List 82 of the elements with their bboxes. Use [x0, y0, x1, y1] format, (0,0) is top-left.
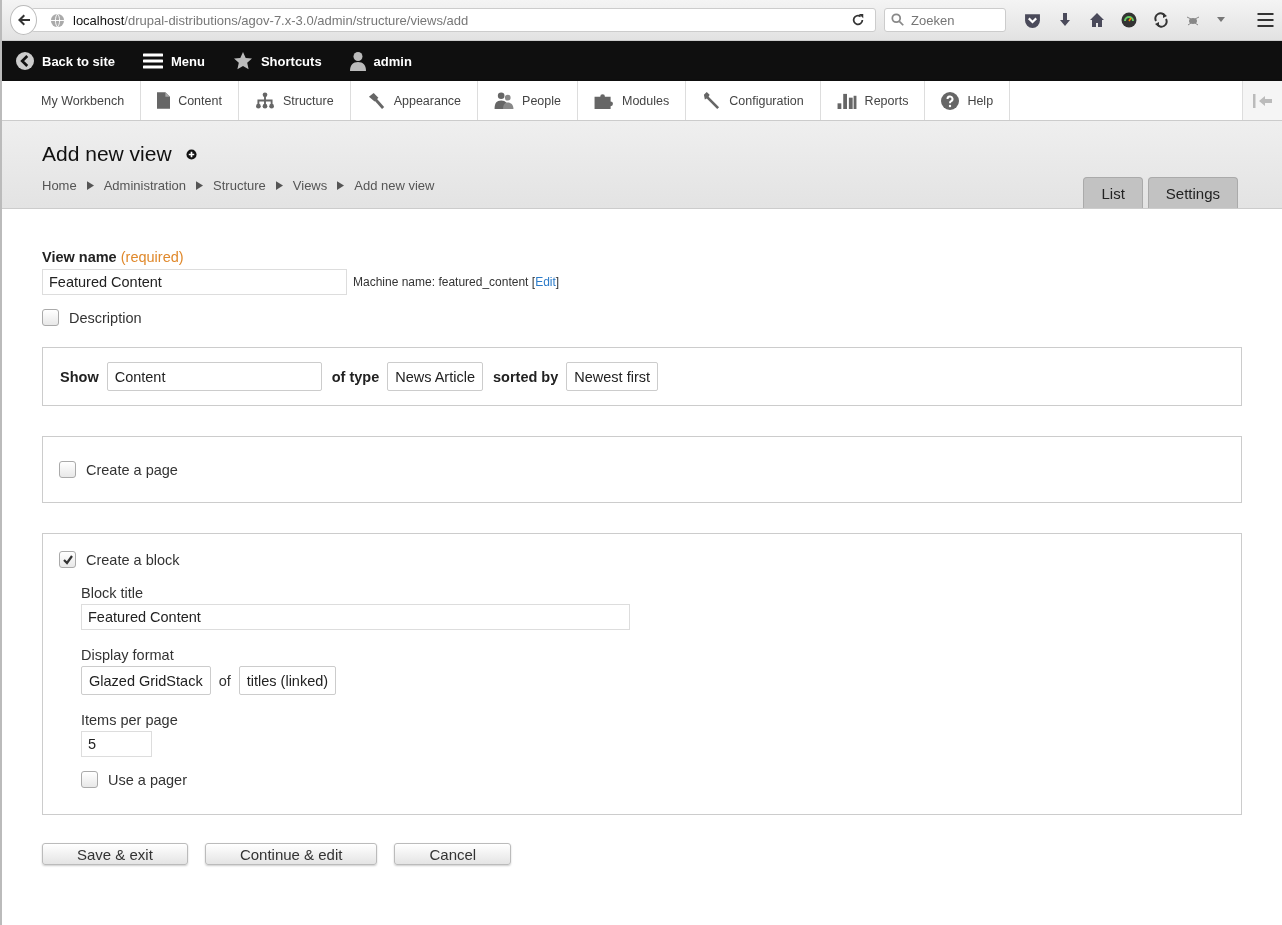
breadcrumb-arrow-icon	[86, 181, 94, 190]
back-button[interactable]	[10, 5, 37, 35]
tray-link[interactable]: Structure	[238, 81, 351, 120]
breadcrumb-arrow-icon	[196, 181, 204, 190]
checkbox[interactable]	[42, 309, 59, 326]
caret-icon[interactable]	[1217, 17, 1225, 23]
gauge-icon[interactable]	[1121, 12, 1137, 28]
breadcrumb-link[interactable]: Administration	[103, 178, 187, 193]
breadcrumb-link[interactable]: Structure	[213, 178, 266, 193]
reload-icon[interactable]	[851, 13, 865, 27]
checkbox-label[interactable]: Create a page	[86, 461, 178, 478]
toolbar-link[interactable]: Back to site	[16, 52, 115, 70]
menu-icon	[143, 53, 163, 69]
breadcrumb-link[interactable]: Views	[292, 178, 328, 193]
bar-chart-icon	[836, 92, 857, 109]
select-field[interactable]: titles (linked)	[238, 666, 337, 695]
tray-link[interactable]: Content	[141, 81, 239, 120]
wrench-icon	[702, 91, 722, 110]
hammer-icon	[366, 92, 386, 109]
checkbox-label[interactable]: Create a block	[86, 551, 180, 568]
tab[interactable]: Settings	[1147, 177, 1238, 208]
field-label: Items per page	[81, 712, 179, 728]
download-icon[interactable]	[1057, 12, 1073, 28]
of-text: of	[218, 672, 231, 689]
field-label: Block title	[81, 585, 145, 601]
select-field[interactable]: Content	[106, 362, 322, 391]
tray-link[interactable]: Help	[925, 81, 1011, 120]
breadcrumb-link[interactable]: Home	[42, 178, 77, 193]
home-icon[interactable]	[1089, 12, 1105, 28]
plus-circle-icon[interactable]	[185, 148, 197, 160]
tray-link[interactable]: Reports	[820, 81, 926, 120]
document-icon	[157, 92, 171, 109]
toolbar-link[interactable]: Shortcuts	[232, 51, 322, 71]
collapse-arrow-icon	[1252, 93, 1273, 108]
pocket-icon[interactable]	[1024, 11, 1041, 29]
hierarchy-icon	[254, 92, 275, 109]
sync-icon[interactable]	[1153, 12, 1169, 28]
user-icon	[349, 51, 366, 71]
select-field[interactable]: News Article	[387, 362, 483, 391]
checkbox[interactable]	[59, 551, 76, 568]
field-label: Show	[60, 368, 99, 385]
field-label: of type	[331, 368, 380, 385]
form-button[interactable]: Continue & edit	[204, 843, 378, 865]
help-icon	[941, 91, 960, 110]
search-icon	[891, 13, 905, 27]
tray-link[interactable]: Modules	[578, 81, 687, 120]
toolbar-link[interactable]: admin	[349, 51, 412, 71]
toolbar-link[interactable]: Menu	[143, 53, 205, 69]
people-icon	[494, 92, 515, 109]
select-field[interactable]: Glazed GridStack	[81, 666, 211, 695]
block-title-input[interactable]: Featured Content	[81, 604, 630, 630]
view-name-input[interactable]: Featured Content	[42, 269, 347, 295]
select-field[interactable]: Newest first	[566, 362, 658, 391]
checkbox-label[interactable]: Use a pager	[108, 771, 187, 788]
field-label: sorted by	[493, 368, 559, 385]
field-label: Display format	[81, 647, 175, 663]
url-text: localhost/drupal-distributions/agov-7.x-3.0/admin/structure/views/add	[73, 12, 470, 28]
checkbox[interactable]	[59, 461, 76, 478]
machine-name-text: Machine name: featured_content [Edit]	[353, 275, 560, 289]
form-button[interactable]: Save & exit	[42, 843, 188, 865]
checkbox-label[interactable]: Description	[69, 309, 142, 326]
tab[interactable]: List	[1083, 177, 1143, 208]
checkbox[interactable]	[81, 771, 98, 788]
globe-icon	[50, 12, 65, 28]
search-field[interactable]: Zoeken	[884, 8, 1006, 32]
field-label: View name	[42, 249, 117, 265]
star-icon	[232, 51, 253, 71]
breadcrumb-current-page: Add new view	[354, 178, 435, 193]
edit-link[interactable]: Edit	[535, 275, 556, 289]
menu-icon[interactable]	[1257, 13, 1274, 27]
address-bar[interactable]: localhost/drupal-distributions/agov-7.x-3.0/admin/structure/views/add	[31, 8, 876, 32]
required-note: (required)	[120, 249, 184, 265]
tray-link[interactable]: My Workbench	[2, 81, 142, 120]
puzzle-icon	[594, 92, 614, 109]
tray-link[interactable]: Configuration	[686, 81, 821, 120]
breadcrumb-arrow-icon	[337, 181, 345, 190]
items-per-page-input[interactable]: 5	[81, 731, 152, 757]
breadcrumb-arrow-icon	[275, 181, 283, 190]
form-button[interactable]: Cancel	[394, 843, 512, 865]
tray-link[interactable]: People	[478, 81, 578, 120]
page-title: Add new view	[42, 142, 172, 166]
tray-link[interactable]: Appearance	[350, 81, 479, 120]
